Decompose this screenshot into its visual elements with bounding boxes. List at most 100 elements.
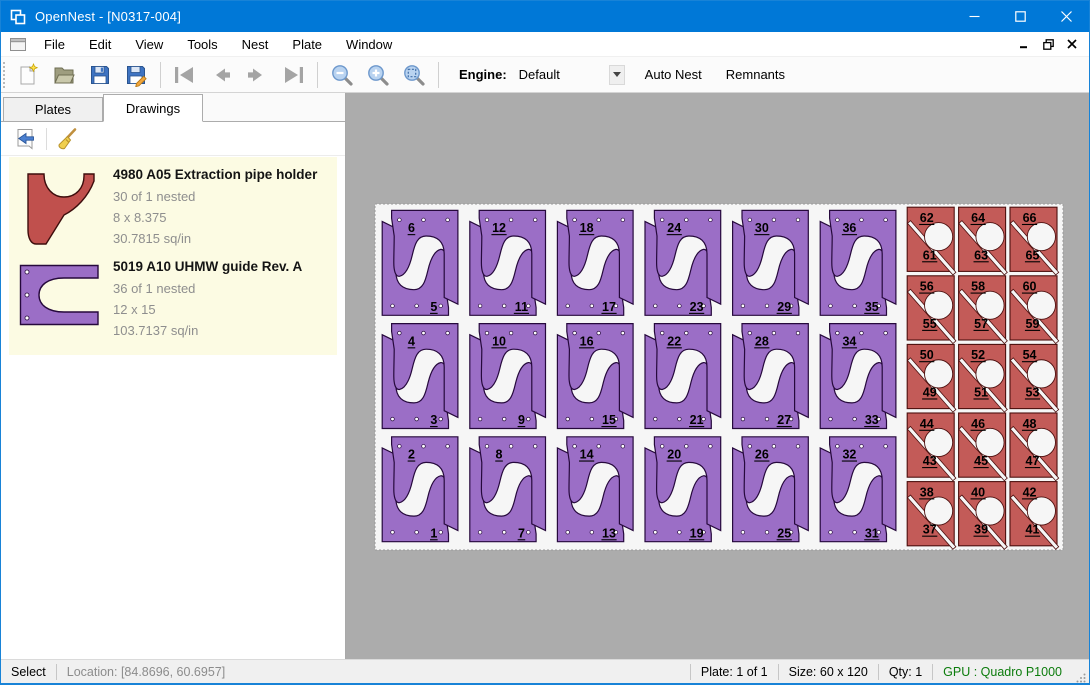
- part-number-label[interactable]: 5: [430, 300, 437, 314]
- part-number-label[interactable]: 43: [923, 454, 937, 468]
- part-number-label[interactable]: 30: [755, 221, 769, 235]
- part-number-label[interactable]: 20: [667, 448, 681, 462]
- part-number-label[interactable]: 60: [1023, 280, 1037, 294]
- plate-view[interactable]: 6512111817242330293635431091615222128273…: [346, 93, 1089, 659]
- part-number-label[interactable]: 61: [923, 248, 937, 262]
- nested-part-pair-red[interactable]: 60 59: [1010, 276, 1059, 344]
- last-plate-button[interactable]: [277, 60, 309, 90]
- mdi-child-system-icon[interactable]: [10, 38, 26, 51]
- save-button[interactable]: [84, 60, 116, 90]
- next-plate-button[interactable]: [241, 60, 273, 90]
- part-number-label[interactable]: 48: [1023, 417, 1037, 431]
- mdi-minimize-button[interactable]: [1013, 33, 1035, 55]
- part-number-label[interactable]: 36: [842, 221, 856, 235]
- part-number-label[interactable]: 49: [923, 385, 937, 399]
- part-number-label[interactable]: 28: [755, 334, 769, 348]
- part-number-label[interactable]: 37: [923, 523, 937, 537]
- nested-part-pair-red[interactable]: 52 51: [959, 344, 1008, 412]
- part-number-label[interactable]: 26: [755, 448, 769, 462]
- part-number-label[interactable]: 11: [515, 300, 528, 314]
- part-number-label[interactable]: 58: [971, 280, 985, 294]
- mdi-restore-button[interactable]: [1037, 33, 1059, 55]
- part-number-label[interactable]: 54: [1023, 348, 1037, 362]
- menu-item-tools[interactable]: Tools: [175, 32, 229, 57]
- menu-item-window[interactable]: Window: [334, 32, 404, 57]
- part-number-label[interactable]: 21: [690, 413, 704, 427]
- part-number-label[interactable]: 2: [408, 448, 415, 462]
- part-number-label[interactable]: 10: [492, 334, 506, 348]
- nested-part-pair-red[interactable]: 40 39: [959, 482, 1008, 550]
- part-number-label[interactable]: 47: [1026, 454, 1040, 468]
- open-button[interactable]: [48, 60, 80, 90]
- menu-item-plate[interactable]: Plate: [280, 32, 334, 57]
- tab-drawings[interactable]: Drawings: [103, 94, 203, 122]
- part-number-label[interactable]: 8: [496, 448, 503, 462]
- minimize-button[interactable]: [951, 1, 997, 32]
- part-number-label[interactable]: 44: [920, 417, 934, 431]
- resize-grip[interactable]: [1076, 673, 1086, 683]
- part-number-label[interactable]: 51: [974, 385, 988, 399]
- import-drawing-button[interactable]: [11, 125, 41, 153]
- menu-item-nest[interactable]: Nest: [230, 32, 281, 57]
- menu-item-file[interactable]: File: [32, 32, 77, 57]
- part-number-label[interactable]: 53: [1026, 385, 1040, 399]
- part-number-label[interactable]: 39: [974, 523, 988, 537]
- nest-canvas[interactable]: 6512111817242330293635431091615222128273…: [346, 93, 1089, 659]
- part-number-label[interactable]: 46: [971, 417, 985, 431]
- zoom-extents-button[interactable]: [398, 60, 430, 90]
- zoom-out-button[interactable]: [326, 60, 358, 90]
- nested-part-pair-red[interactable]: 42 41: [1010, 482, 1059, 550]
- part-number-label[interactable]: 45: [974, 454, 988, 468]
- part-number-label[interactable]: 9: [518, 413, 525, 427]
- part-number-label[interactable]: 32: [842, 448, 856, 462]
- nested-part-pair-red[interactable]: 48 47: [1010, 413, 1059, 481]
- part-number-label[interactable]: 16: [580, 334, 594, 348]
- part-number-label[interactable]: 3: [430, 413, 437, 427]
- part-number-label[interactable]: 23: [690, 300, 704, 314]
- menu-item-edit[interactable]: Edit: [77, 32, 123, 57]
- part-number-label[interactable]: 35: [865, 300, 879, 314]
- auto-nest-button[interactable]: Auto Nest: [641, 64, 706, 85]
- part-number-label[interactable]: 56: [920, 280, 934, 294]
- part-number-label[interactable]: 41: [1026, 523, 1040, 537]
- drawing-item[interactable]: 4980 A05 Extraction pipe holder 30 of 1 …: [9, 163, 337, 255]
- part-number-label[interactable]: 65: [1026, 248, 1040, 262]
- part-number-label[interactable]: 55: [923, 317, 937, 331]
- part-number-label[interactable]: 31: [865, 526, 879, 540]
- part-number-label[interactable]: 34: [842, 334, 856, 348]
- nested-part-pair-red[interactable]: 56 55: [907, 276, 956, 344]
- drawing-item[interactable]: 5019 A10 UHMW guide Rev. A 36 of 1 neste…: [9, 255, 337, 347]
- nested-part-pair-red[interactable]: 64 63: [959, 207, 1008, 275]
- first-plate-button[interactable]: [169, 60, 201, 90]
- menu-item-view[interactable]: View: [123, 32, 175, 57]
- save-as-button[interactable]: [120, 60, 152, 90]
- toolbar-grip[interactable]: [3, 62, 10, 88]
- nested-part-pair-red[interactable]: 6665: [1010, 207, 1059, 275]
- part-number-label[interactable]: 57: [974, 317, 988, 331]
- part-number-label[interactable]: 1: [430, 526, 437, 540]
- part-number-label[interactable]: 33: [865, 413, 879, 427]
- nested-part-pair-red[interactable]: 3837: [907, 482, 956, 550]
- part-number-label[interactable]: 52: [971, 348, 985, 362]
- part-number-label[interactable]: 64: [971, 211, 985, 225]
- part-number-label[interactable]: 62: [920, 211, 934, 225]
- part-number-label[interactable]: 7: [518, 526, 525, 540]
- nested-part-pair-red[interactable]: 62 61: [907, 207, 956, 275]
- part-number-label[interactable]: 24: [667, 221, 681, 235]
- previous-plate-button[interactable]: [205, 60, 237, 90]
- zoom-in-button[interactable]: [362, 60, 394, 90]
- nested-part-pair-red[interactable]: 46 45: [959, 413, 1008, 481]
- part-number-label[interactable]: 15: [602, 413, 616, 427]
- engine-dropdown-button[interactable]: [609, 65, 625, 85]
- part-number-label[interactable]: 25: [777, 526, 791, 540]
- part-number-label[interactable]: 50: [920, 348, 934, 362]
- part-number-label[interactable]: 29: [777, 300, 791, 314]
- part-number-label[interactable]: 17: [602, 300, 616, 314]
- part-number-label[interactable]: 40: [971, 485, 985, 499]
- part-number-label[interactable]: 42: [1023, 485, 1037, 499]
- close-button[interactable]: [1043, 1, 1089, 32]
- part-number-label[interactable]: 63: [974, 248, 988, 262]
- part-number-label[interactable]: 14: [580, 448, 594, 462]
- remnants-button[interactable]: Remnants: [722, 64, 789, 85]
- part-number-label[interactable]: 59: [1026, 317, 1040, 331]
